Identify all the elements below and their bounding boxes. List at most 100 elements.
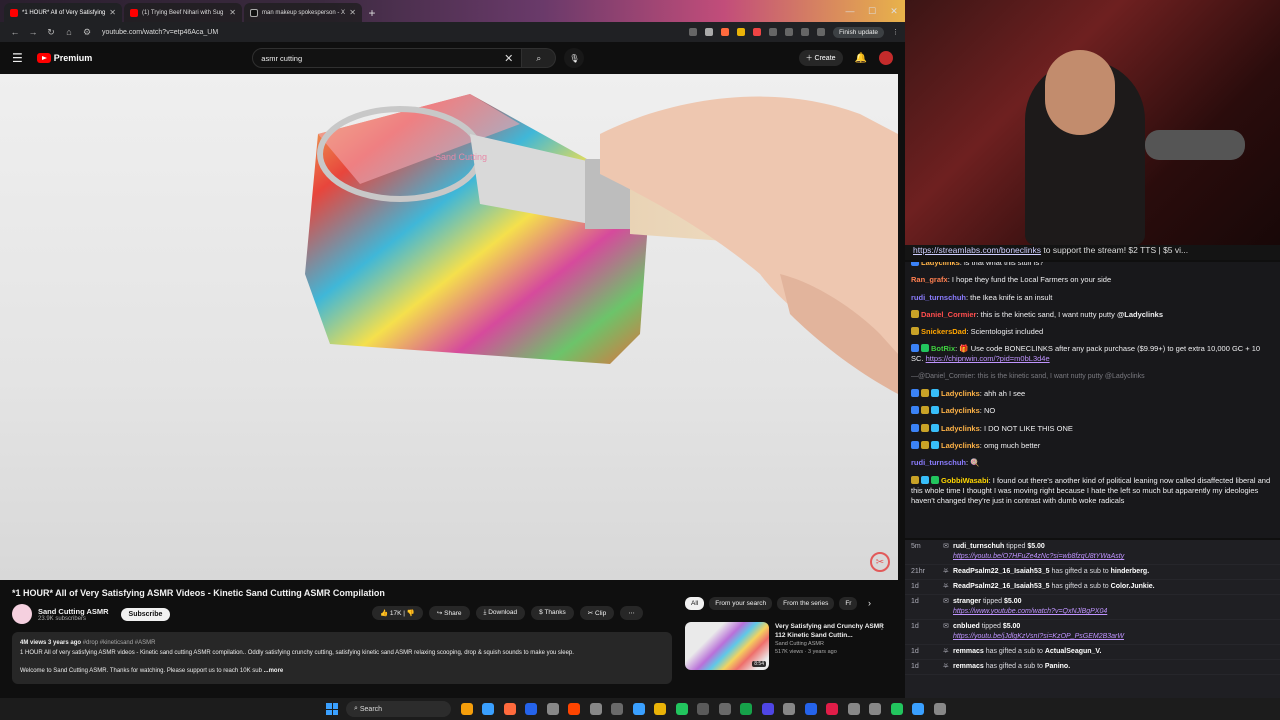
taskbar-app-icon[interactable] — [589, 703, 602, 715]
hashtags[interactable]: #drop #kineticsand #ASMR — [83, 640, 156, 646]
chat-badge-icon[interactable] — [921, 423, 929, 432]
search-button[interactable]: ⌕ — [522, 48, 557, 68]
chat-username[interactable]: Daniel_Cormier — [921, 310, 976, 319]
recommended-title[interactable]: Very Satisfying and Crunchy ASMR 112 Kin… — [775, 622, 890, 640]
chevron-right-icon[interactable]: › — [868, 598, 871, 608]
tab-youtube-sand[interactable]: *1 HOUR* All of Very Satisfying ✕ — [4, 3, 122, 22]
close-icon[interactable]: ✕ — [109, 8, 116, 17]
chat-badge-icon[interactable] — [921, 475, 929, 484]
chat-badge-icon[interactable] — [921, 344, 929, 353]
chat-username[interactable]: Ladyclinks — [941, 424, 980, 433]
tip-message-link[interactable]: https://youtu.be/jJdlgKzVsnI?si=KzOP_PsG… — [953, 632, 1124, 642]
thumbs-down-icon[interactable]: 👎 — [407, 610, 415, 617]
more-actions-button[interactable]: ⋯ — [620, 606, 643, 620]
chat-badge-icon[interactable] — [921, 389, 929, 398]
chip-more[interactable]: Fr — [839, 597, 858, 610]
event-user[interactable]: remmacs — [953, 663, 984, 670]
event-user[interactable]: remmacs — [953, 648, 984, 655]
chip-from-search[interactable]: From your search — [709, 597, 773, 610]
extension-icon[interactable] — [720, 28, 729, 36]
channel-avatar[interactable] — [12, 604, 32, 624]
chat-username[interactable]: Ladyclinks — [921, 262, 960, 267]
share-button[interactable]: ↪ Share — [428, 606, 470, 620]
gift-recipient[interactable]: hinderberg. — [1111, 568, 1150, 575]
event-user[interactable]: ReadPsalm22_16_Isaiah53_5 — [953, 583, 1050, 590]
chat-badge-icon[interactable] — [931, 423, 939, 432]
kebab-menu-icon[interactable]: ⋮ — [878, 622, 886, 631]
back-icon[interactable]: ← — [6, 27, 24, 37]
menu-icon[interactable]: ☰ — [12, 51, 23, 65]
avatar[interactable] — [879, 51, 893, 65]
chat-username[interactable]: SnickersDad — [921, 327, 966, 336]
close-icon[interactable]: ✕ — [349, 8, 356, 17]
clip-button[interactable]: ✂ Clip — [579, 606, 615, 620]
taskbar-app-icon[interactable] — [697, 703, 709, 715]
chip-all[interactable]: All — [685, 597, 705, 610]
clear-search-icon[interactable]: ✕ — [504, 52, 513, 65]
chip-from-series[interactable]: From the series — [777, 597, 835, 610]
new-tab-button[interactable]: + — [364, 3, 380, 22]
chat-username[interactable]: Ladyclinks — [941, 389, 980, 398]
site-info-icon[interactable]: ⚙ — [78, 27, 96, 38]
taskbar-app-icon[interactable] — [546, 703, 559, 715]
video-thumbnail[interactable]: 8:54 — [685, 622, 769, 670]
taskbar-app-icon[interactable] — [503, 703, 516, 715]
taskbar-app-icon[interactable] — [912, 703, 924, 715]
youtube-logo[interactable]: Premium — [36, 53, 92, 63]
taskbar-app-icon[interactable] — [611, 703, 623, 715]
finish-update-button[interactable]: Finish update — [832, 26, 884, 38]
taskbar-app-icon[interactable] — [675, 703, 688, 715]
recommended-video[interactable]: 8:54 Very Satisfying and Crunchy ASMR 11… — [685, 622, 890, 670]
chat-badge-icon[interactable] — [921, 440, 929, 449]
extension-icon[interactable] — [752, 28, 761, 36]
extension-icon[interactable] — [736, 28, 745, 36]
taskbar-app-icon[interactable] — [525, 703, 537, 715]
taskbar-app-icon[interactable] — [482, 703, 494, 715]
chat-mention[interactable]: @Ladyclinks — [1117, 310, 1163, 319]
chat-badge-icon[interactable] — [911, 262, 919, 266]
taskbar-app-icon[interactable] — [783, 703, 795, 715]
taskbar-search[interactable]: ⌕ Search — [346, 701, 451, 717]
tab-x-makeup[interactable]: man makeup spokesperson - X ✕ — [244, 3, 362, 22]
subscribe-button[interactable]: Subscribe — [120, 607, 171, 621]
chat-badge-icon[interactable] — [911, 440, 919, 449]
download-button[interactable]: ⤓ Download — [475, 606, 526, 620]
taskbar-app-icon[interactable] — [632, 703, 645, 715]
gift-recipient[interactable]: Color.Junkie. — [1111, 583, 1155, 590]
taskbar-app-icon[interactable] — [869, 703, 881, 715]
search-input[interactable]: asmr cutting ✕ — [252, 48, 523, 68]
chat-badge-icon[interactable] — [911, 344, 919, 353]
chat-badge-icon[interactable] — [921, 406, 929, 415]
chat-username[interactable]: Ran_grafx — [911, 275, 948, 284]
taskbar-app-icon[interactable] — [740, 703, 752, 715]
video-player[interactable]: Sand Cutting ✂ — [0, 74, 898, 580]
chat-badge-icon[interactable] — [911, 475, 919, 484]
reload-icon[interactable]: ↻ — [42, 27, 60, 38]
chat-badge-icon[interactable] — [911, 309, 919, 318]
tab-youtube-nihari[interactable]: (1) Trying Beef Nihari with Sug ✕ — [124, 3, 242, 22]
channel-watermark-icon[interactable]: ✂ — [870, 552, 890, 572]
chat-badge-icon[interactable] — [911, 406, 919, 415]
chat-username[interactable]: Ladyclinks — [941, 406, 980, 415]
taskbar-app-icon[interactable] — [654, 703, 666, 715]
extension-icon[interactable] — [768, 28, 777, 36]
extension-icon[interactable] — [800, 28, 809, 36]
tip-message-link[interactable]: https://youtu.be/O7HFuZe4zNc?si=wb8fzqU8… — [953, 552, 1124, 562]
voice-search-button[interactable]: 🎙 — [564, 48, 585, 68]
channel-name[interactable]: Sand Cutting ASMR — [38, 607, 109, 616]
notifications-bell-icon[interactable]: 🔔 — [855, 53, 867, 64]
chat-badge-icon[interactable] — [911, 389, 919, 398]
taskbar-app-icon[interactable] — [460, 703, 473, 715]
home-icon[interactable]: ⌂ — [60, 27, 78, 37]
chat-username[interactable]: BotRix — [931, 344, 955, 353]
chat-badge-icon[interactable] — [911, 327, 919, 336]
chat-badge-icon[interactable] — [931, 440, 939, 449]
chat-badge-icon[interactable] — [931, 406, 939, 415]
profile-icon[interactable] — [816, 28, 825, 36]
chat-badge-icon[interactable] — [911, 423, 919, 432]
taskbar-app-icon[interactable] — [568, 703, 580, 715]
chat-username[interactable]: Ladyclinks — [941, 441, 980, 450]
event-user[interactable]: ReadPsalm22_16_Isaiah53_5 — [953, 568, 1050, 575]
gift-recipient[interactable]: Panino. — [1045, 663, 1070, 670]
description-box[interactable]: 4M views 3 years ago #drop #kineticsand … — [12, 632, 672, 684]
